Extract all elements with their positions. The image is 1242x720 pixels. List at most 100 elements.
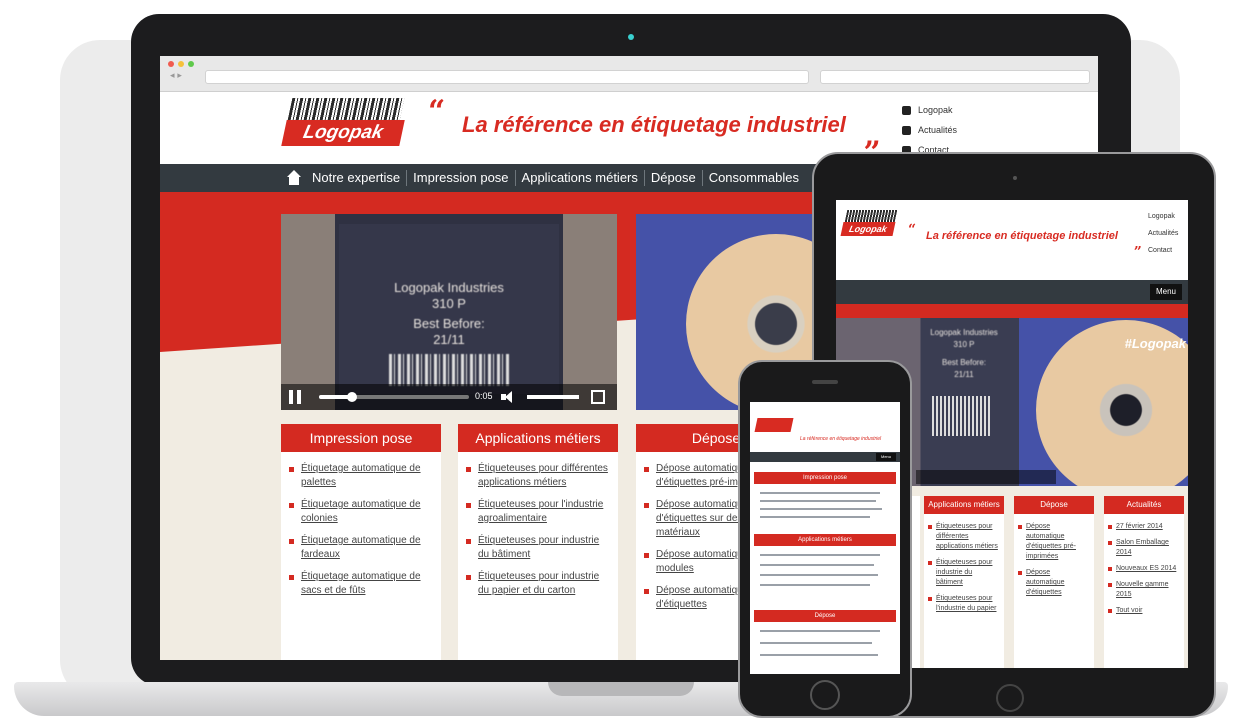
list-item[interactable] <box>760 516 870 518</box>
list-item[interactable] <box>760 654 878 656</box>
list-item[interactable] <box>760 492 880 494</box>
column-heading[interactable]: Actualités <box>1104 496 1184 514</box>
person-icon <box>902 105 911 115</box>
list-item[interactable]: Étiquetage automatique de colonies <box>289 498 433 526</box>
list-item[interactable]: Étiqueteuses pour différentes applicatio… <box>466 462 610 490</box>
mockup-stage: ◂ ▸ Logopak “ La référence en étiquetage… <box>0 0 1242 720</box>
list-item[interactable]: Étiquetage automatique de sacs et de fût… <box>289 570 433 598</box>
brand-hashtag: #Logopak <box>1124 336 1186 351</box>
browser-search-field[interactable] <box>820 70 1090 84</box>
menu-button[interactable]: Menu <box>876 453 896 461</box>
close-dot[interactable] <box>168 61 174 67</box>
minimize-dot[interactable] <box>178 61 184 67</box>
home-icon[interactable] <box>286 170 302 186</box>
browser-chrome: ◂ ▸ <box>160 56 1098 92</box>
list-item[interactable]: Dépose automatique d'étiquettes <box>1018 568 1090 598</box>
tablet-column-actualites: 27 février 2014 Salon Emballage 2014 Nou… <box>1104 496 1184 668</box>
logopak-logo[interactable] <box>754 418 794 432</box>
tablet-camera <box>1013 176 1017 180</box>
list-item[interactable]: Étiquetage automatique de palettes <box>289 462 433 490</box>
tablet-site-header: Logopak “ La référence en étiquetage ind… <box>836 200 1188 280</box>
top-link-contact[interactable]: Contact <box>1148 244 1188 261</box>
top-links: Logopak Actualités Contact <box>902 100 957 160</box>
list-item[interactable] <box>760 508 882 510</box>
column-heading[interactable]: Dépose <box>1014 496 1094 514</box>
section-heading[interactable]: Applications métiers <box>754 534 896 546</box>
site-tagline: La référence en étiquetage industriel <box>800 436 882 442</box>
list-item[interactable]: Étiqueteuses pour industrie du bâtiment <box>928 558 1000 588</box>
section-heading[interactable]: Impression pose <box>754 472 896 484</box>
column-heading[interactable]: Impression pose <box>281 424 441 452</box>
nav-impression-pose[interactable]: Impression pose <box>406 170 514 186</box>
video-label-line: Logopak Industries <box>930 328 998 337</box>
nav-applications-metiers[interactable]: Applications métiers <box>514 170 644 186</box>
top-link-logopak[interactable]: Logopak <box>1148 210 1188 227</box>
laptop-notch <box>548 682 694 696</box>
barcode-image <box>932 396 992 436</box>
pause-icon[interactable] <box>289 390 301 404</box>
nav-consommables[interactable]: Consommables <box>701 170 805 186</box>
column-heading[interactable]: Applications métiers <box>458 424 618 452</box>
logo-wordmark: Logopak <box>840 222 896 236</box>
top-link-actualites[interactable]: Actualités <box>902 120 957 140</box>
barcode-image <box>389 354 509 386</box>
top-link-actualites[interactable]: Actualités <box>1148 227 1188 244</box>
tablet-column-applications: Étiqueteuses pour différentes applicatio… <box>924 496 1004 668</box>
video-label-line: Logopak Industries <box>394 280 504 295</box>
quote-close-mark: „ <box>864 118 882 153</box>
list-item[interactable]: Salon Emballage 2014 <box>1108 538 1180 558</box>
list-item[interactable]: Étiqueteuses pour l'industrie agroalimen… <box>466 498 610 526</box>
list-item[interactable]: Nouvelle gamme 2015 <box>1108 580 1180 600</box>
quote-open-mark: “ <box>908 222 917 238</box>
top-links: Logopak Actualités Contact <box>1148 210 1188 261</box>
list-item[interactable]: Dépose automatique d'étiquettes pré-impr… <box>1018 522 1090 562</box>
list-item[interactable] <box>760 564 874 566</box>
list-item[interactable]: Étiqueteuses pour industrie du papier et… <box>466 570 610 598</box>
video-seek-handle[interactable] <box>347 392 357 402</box>
list-item[interactable]: Étiqueteuses pour industrie du bâtiment <box>466 534 610 562</box>
phone-screen: La référence en étiquetage industriel Me… <box>750 402 900 674</box>
column-heading[interactable]: Applications métiers <box>924 496 1004 514</box>
site-tagline: La référence en étiquetage industriel <box>462 112 846 137</box>
top-link-logopak[interactable]: Logopak <box>902 100 957 120</box>
logopak-logo[interactable]: Logopak <box>281 98 408 150</box>
section-heading[interactable]: Dépose <box>754 610 896 622</box>
logo-wordmark: Logopak <box>281 120 405 146</box>
phone-nav-bar: Menu <box>750 452 900 462</box>
nav-depose[interactable]: Dépose <box>643 170 702 186</box>
list-item[interactable] <box>760 574 878 576</box>
list-item[interactable] <box>760 642 872 644</box>
list-item[interactable] <box>760 554 880 556</box>
nav-notre-expertise[interactable]: Notre expertise <box>312 170 406 186</box>
video-label-line: Best Before: <box>413 316 485 331</box>
volume-slider[interactable] <box>527 395 579 399</box>
tablet-home-button <box>996 684 1024 712</box>
video-controls: 0:05 <box>281 384 617 410</box>
site-tagline: La référence en étiquetage industriel <box>926 230 1118 242</box>
list-item[interactable]: Nouveaux ES 2014 <box>1108 564 1180 574</box>
address-bar[interactable] <box>205 70 809 84</box>
video-time: 0:05 <box>475 391 493 401</box>
video-controls[interactable] <box>916 470 1056 484</box>
list-item[interactable]: Étiquetage automatique de fardeaux <box>289 534 433 562</box>
logopak-logo[interactable]: Logopak <box>840 210 898 242</box>
column-impression-pose: Étiquetage automatique de palettes Étiqu… <box>281 424 441 660</box>
volume-icon[interactable] <box>501 390 517 404</box>
video-player[interactable]: Logopak Industries 310 P Best Before: 21… <box>281 214 617 410</box>
maximize-dot[interactable] <box>188 61 194 67</box>
column-applications-metiers: Étiqueteuses pour différentes applicatio… <box>458 424 618 660</box>
list-item[interactable]: 27 février 2014 <box>1108 522 1180 532</box>
menu-button[interactable]: Menu <box>1149 284 1182 300</box>
list-item[interactable]: Étiqueteuses pour l'industrie du papier <box>928 594 1000 614</box>
list-item[interactable] <box>760 584 870 586</box>
video-label-line: 21/11 <box>433 332 465 347</box>
list-item[interactable] <box>760 500 876 502</box>
list-item[interactable] <box>760 630 880 632</box>
video-label-line: Best Before: <box>941 358 987 367</box>
barcode-icon <box>844 210 898 222</box>
back-forward-icon[interactable]: ◂ ▸ <box>170 71 182 81</box>
fullscreen-icon[interactable] <box>591 390 605 404</box>
list-item[interactable]: Étiqueteuses pour différentes applicatio… <box>928 522 1000 552</box>
more-link[interactable]: Tout voir <box>1108 606 1180 616</box>
video-seek-bar[interactable] <box>319 392 469 402</box>
